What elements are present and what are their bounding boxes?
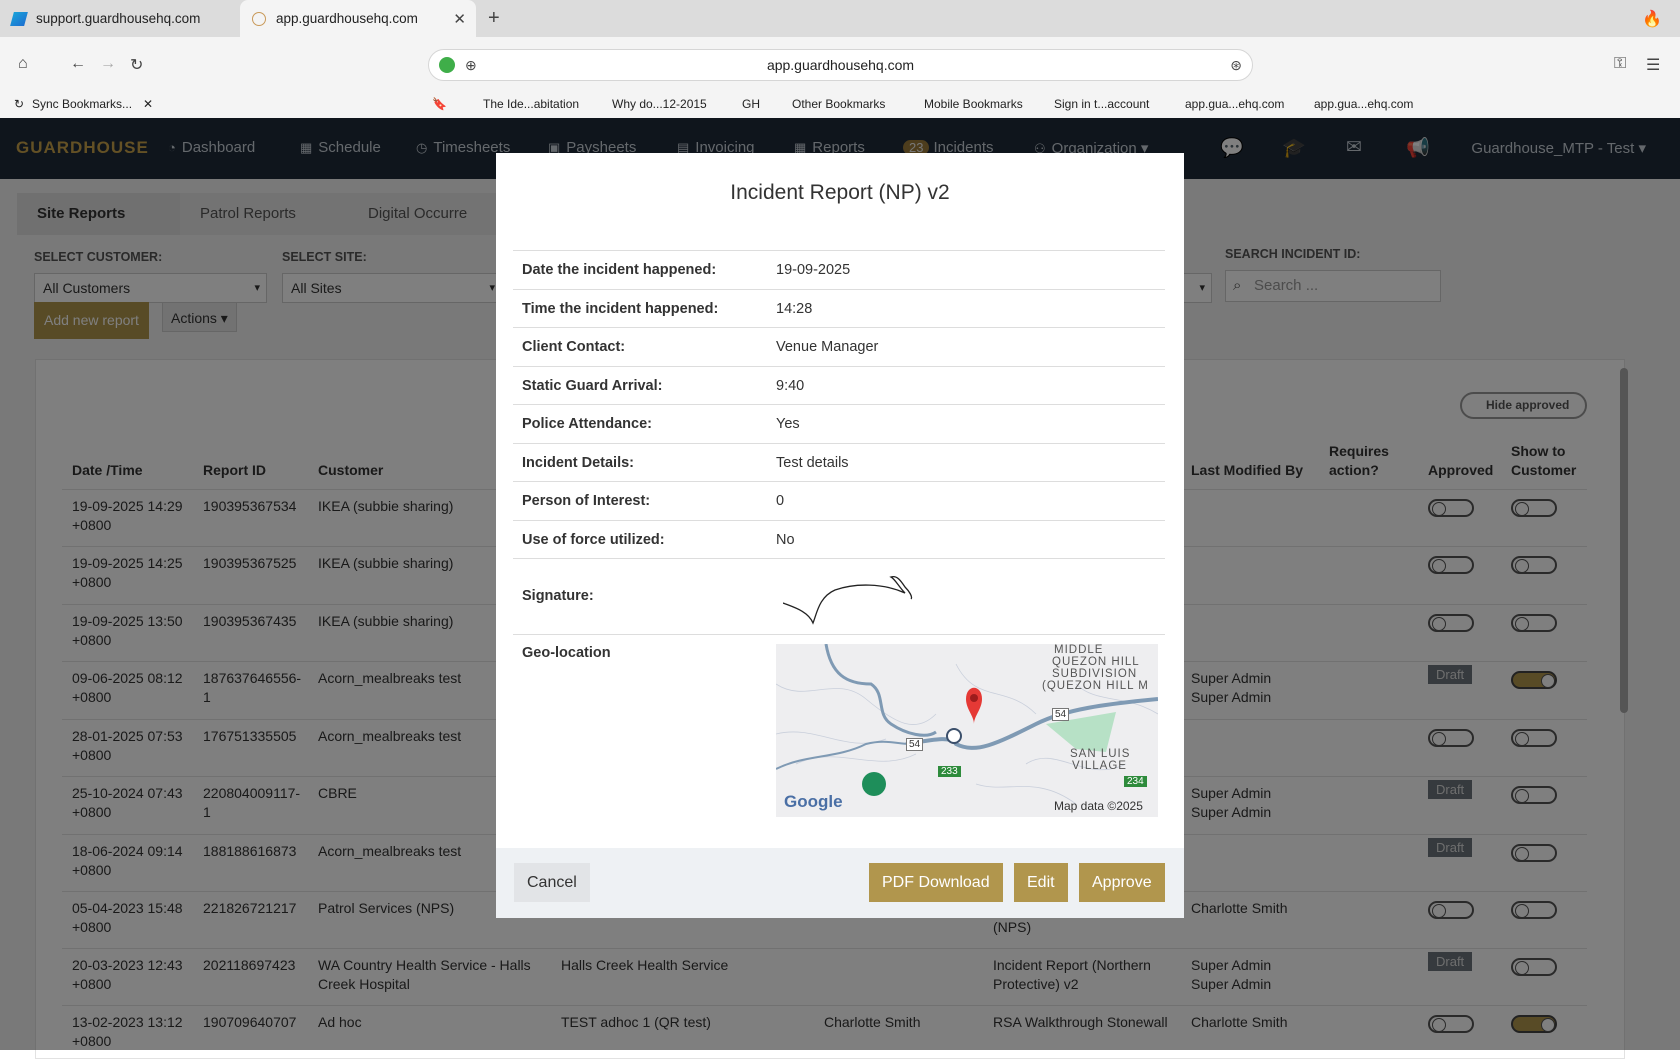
map-place-label: SUBDIVISION [1052, 668, 1138, 680]
key-icon[interactable]: ⚿ [1614, 55, 1626, 73]
bookmark-folder[interactable]: GH [742, 97, 760, 111]
field-label: Date the incident happened: [522, 262, 717, 278]
forward-icon[interactable]: → [100, 55, 116, 73]
field-value: 19-09-2025 [776, 262, 851, 278]
modal-title: Incident Report (NP) v2 [730, 181, 950, 204]
bookmark-item[interactable]: app.gua...ehq.com [1185, 97, 1284, 111]
field-value: 0 [776, 493, 785, 509]
field-label: Incident Details: [522, 454, 634, 471]
bookmark-item[interactable]: app.gua...ehq.com [1314, 97, 1413, 111]
google-logo: Google [784, 792, 843, 811]
flame-icon[interactable]: 🔥 [1642, 9, 1662, 29]
address-toolbar: ⌂ ← → ↻ ⊕ app.guardhousehq.com ⊛ ⚿ ☰ [0, 37, 1680, 92]
tab-label: app.guardhousehq.com [276, 11, 418, 26]
map-place-label: SAN LUIS [1070, 748, 1131, 760]
bookmark-folder[interactable]: Other Bookmarks [792, 97, 885, 111]
geo-location-label: Geo-location [522, 645, 611, 661]
bookmark-icon[interactable]: 🔖 [432, 97, 447, 111]
bookmark-item[interactable]: Why do...12-2015 [612, 97, 707, 111]
browser-tab-support[interactable]: support.guardhousehq.com [0, 0, 240, 37]
field-value: Test details [776, 454, 849, 471]
zoom-icon[interactable]: ⊕ [465, 50, 477, 80]
signature-image [783, 575, 913, 625]
route-shield: 233 [938, 766, 961, 777]
tab-label: support.guardhousehq.com [36, 11, 201, 26]
bookmark-folder[interactable]: Mobile Bookmarks [924, 97, 1023, 111]
modal-field-row: Client Contact: Venue Manager [513, 327, 1165, 366]
modal-field-row: Static Guard Arrival: 9:40 [513, 365, 1165, 405]
map-place-label: VILLAGE [1072, 760, 1127, 772]
route-shield: 54 [906, 738, 924, 751]
edit-button[interactable]: Edit [1014, 863, 1068, 902]
url-bar[interactable]: ⊕ app.guardhousehq.com ⊛ [428, 49, 1253, 81]
modal-field-row: Person of Interest: 0 [513, 481, 1165, 520]
modal-field-row: Incident Details: Test details [513, 442, 1165, 482]
menu-icon[interactable]: ☰ [1646, 55, 1660, 75]
field-value: 9:40 [776, 377, 805, 394]
field-value: Venue Manager [776, 339, 879, 355]
back-icon[interactable]: ← [70, 55, 86, 73]
shield-icon [439, 57, 455, 73]
signature-label: Signature: [522, 588, 594, 604]
modal-field-row: Date the incident happened: 19-09-2025 [513, 250, 1165, 289]
geo-location-map[interactable]: MIDDLE QUEZON HILL SUBDIVISION (QUEZON H… [776, 644, 1158, 817]
reload-icon[interactable]: ↻ [130, 55, 143, 75]
field-label: Police Attendance: [522, 416, 652, 432]
field-value: Yes [776, 416, 800, 432]
field-label: Use of force utilized: [522, 531, 665, 548]
bookmark-item[interactable]: The Ide...abitation [483, 97, 579, 111]
field-value: No [776, 531, 795, 548]
browser-tab-strip: support.guardhousehq.com app.guardhouseh… [0, 0, 1680, 37]
support-favicon-icon [10, 11, 28, 26]
modal-field-row: Time the incident happened: 14:28 [513, 288, 1165, 328]
bookmarks-bar: ↻ Sync Bookmarks... ✕ 🔖 The Ide...abitat… [0, 92, 1680, 118]
route-shield: 234 [1124, 776, 1147, 787]
map-place-label: QUEZON HILL [1052, 656, 1140, 668]
field-value: 14:28 [776, 300, 813, 317]
route-shield: 54 [1052, 708, 1070, 721]
field-label: Client Contact: [522, 339, 626, 355]
url-text: app.guardhousehq.com [766, 57, 915, 73]
field-label: Person of Interest: [522, 493, 651, 509]
approve-button[interactable]: Approve [1079, 863, 1165, 902]
cancel-button[interactable]: Cancel [514, 863, 590, 902]
signature-row: Signature: [513, 558, 1165, 634]
incident-report-modal: Incident Report (NP) v2 Date the inciden… [496, 153, 1184, 918]
bookmark-sync[interactable]: Sync Bookmarks... [32, 97, 132, 111]
modal-field-row: Use of force utilized: No [513, 519, 1165, 559]
close-tab-icon[interactable]: ✕ [453, 10, 466, 28]
map-attribution: Map data ©2025 [1054, 799, 1143, 813]
map-place-label: (QUEZON HILL M [1042, 680, 1149, 692]
bookmark-item[interactable]: Sign in t...account [1054, 97, 1149, 111]
modal-field-row: Police Attendance: Yes [513, 404, 1165, 443]
loading-favicon-icon [252, 11, 266, 26]
new-tab-icon[interactable]: + [488, 7, 500, 30]
field-label: Static Guard Arrival: [522, 377, 663, 394]
home-icon[interactable]: ⌂ [18, 55, 28, 73]
modal-footer: Cancel PDF Download Edit Approve [496, 848, 1184, 918]
field-label: Time the incident happened: [522, 300, 719, 317]
close-icon[interactable]: ✕ [143, 97, 153, 111]
assistant-icon[interactable]: ⊛ [1230, 50, 1242, 80]
pdf-download-button[interactable]: PDF Download [869, 863, 1003, 902]
browser-tab-app[interactable]: app.guardhousehq.com ✕ [240, 0, 476, 37]
sync-bookmarks-icon[interactable]: ↻ [14, 97, 24, 111]
